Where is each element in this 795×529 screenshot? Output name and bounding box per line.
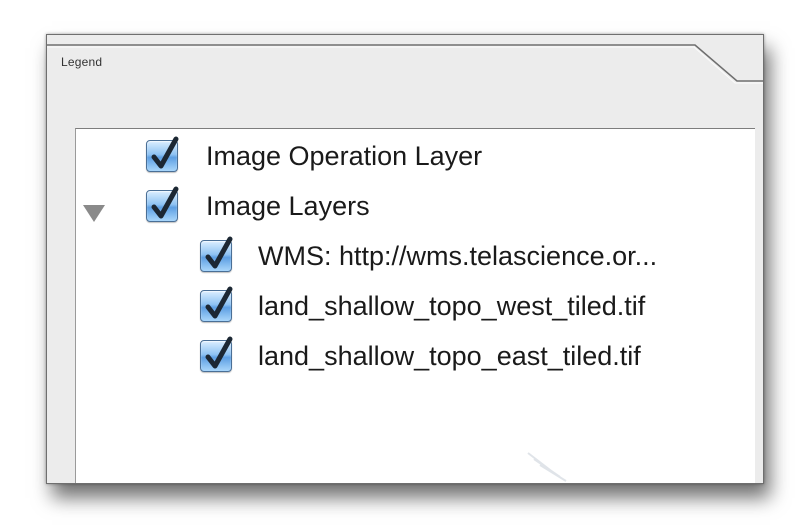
tree-row-wms[interactable]: WMS: http://wms.telascience.or... (200, 235, 657, 277)
tree-row-east-tiled[interactable]: land_shallow_topo_east_tiled.tif (200, 335, 641, 377)
checkbox-image-layers[interactable] (146, 186, 179, 222)
tree-label-west-tiled: land_shallow_topo_west_tiled.tif (258, 290, 646, 321)
tree-label-east-tiled: land_shallow_topo_east_tiled.tif (258, 340, 641, 371)
layer-tree: Image Operation Layer Image Layers WMS: … (75, 128, 755, 483)
checkbox-wms[interactable] (200, 236, 233, 272)
tree-row-image-operation-layer[interactable]: Image Operation Layer (146, 135, 482, 177)
legend-tab-title[interactable]: Legend (61, 55, 102, 69)
tree-label-image-operation-layer: Image Operation Layer (206, 140, 483, 171)
checkmark-icon (205, 286, 233, 319)
legend-tab-strip: Legend (47, 35, 763, 87)
tree-row-image-layers[interactable]: Image Layers (146, 185, 370, 227)
tree-row-west-tiled[interactable]: land_shallow_topo_west_tiled.tif (200, 285, 645, 327)
checkbox-east-tiled[interactable] (200, 336, 233, 372)
legend-window: Legend Image Operation Layer Image Layer… (46, 34, 764, 484)
tree-label-wms: WMS: http://wms.telascience.or... (258, 240, 658, 271)
checkmark-icon (205, 336, 233, 369)
checkmark-icon (151, 186, 179, 219)
watermark-graphic (527, 452, 567, 482)
tab-outline (47, 44, 763, 84)
checkbox-image-operation-layer[interactable] (146, 136, 179, 172)
disclosure-triangle-down-icon[interactable] (83, 205, 105, 222)
tree-label-image-layers: Image Layers (206, 190, 370, 221)
checkmark-icon (151, 136, 179, 169)
checkmark-icon (205, 236, 233, 269)
checkbox-west-tiled[interactable] (200, 286, 233, 322)
screenshot-stage: Legend Image Operation Layer Image Layer… (0, 0, 795, 529)
